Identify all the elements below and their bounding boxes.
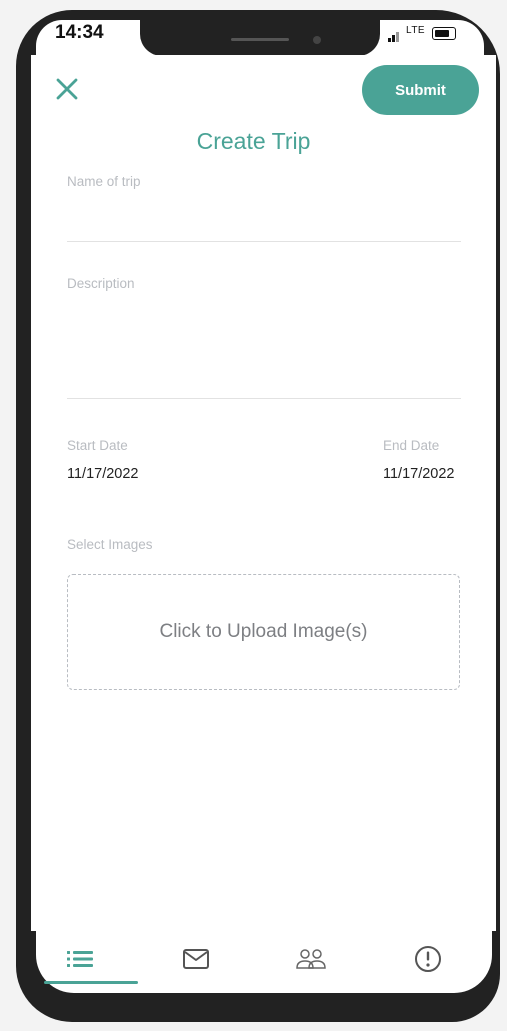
active-tab-indicator (44, 981, 138, 984)
tab-list[interactable] (60, 941, 100, 977)
signal-icon (388, 30, 402, 42)
network-label: LTE (406, 25, 426, 36)
name-underline (67, 241, 461, 242)
notch (140, 14, 380, 56)
end-date-field[interactable]: 11/17/2022 (383, 466, 455, 482)
close-button[interactable] (54, 76, 80, 102)
description-input[interactable] (67, 298, 461, 396)
upload-image-dropzone[interactable]: Click to Upload Image(s) (67, 574, 460, 690)
mail-icon (183, 949, 209, 969)
tab-alerts[interactable] (408, 941, 448, 977)
start-date-field[interactable]: 11/17/2022 (67, 466, 139, 482)
description-label: Description (67, 276, 135, 291)
tab-people[interactable] (291, 941, 331, 977)
battery-icon (432, 27, 456, 40)
submit-button[interactable]: Submit (362, 65, 479, 115)
list-icon (67, 951, 93, 967)
close-icon (56, 78, 78, 100)
people-icon (296, 949, 326, 969)
select-images-label: Select Images (67, 537, 153, 552)
status-indicators: LTE (388, 24, 464, 44)
alert-icon (415, 946, 441, 972)
speaker (231, 38, 289, 41)
name-label: Name of trip (67, 174, 141, 189)
camera (313, 36, 321, 44)
upload-text: Click to Upload Image(s) (159, 621, 368, 642)
page-title: Create Trip (196, 128, 311, 154)
trip-name-input[interactable] (67, 196, 461, 240)
description-underline (67, 398, 461, 399)
end-date-label: End Date (383, 438, 440, 453)
bottom-nav (36, 931, 492, 993)
status-time: 14:34 (55, 22, 104, 43)
tab-messages[interactable] (176, 941, 216, 977)
start-date-label: Start Date (67, 438, 128, 453)
